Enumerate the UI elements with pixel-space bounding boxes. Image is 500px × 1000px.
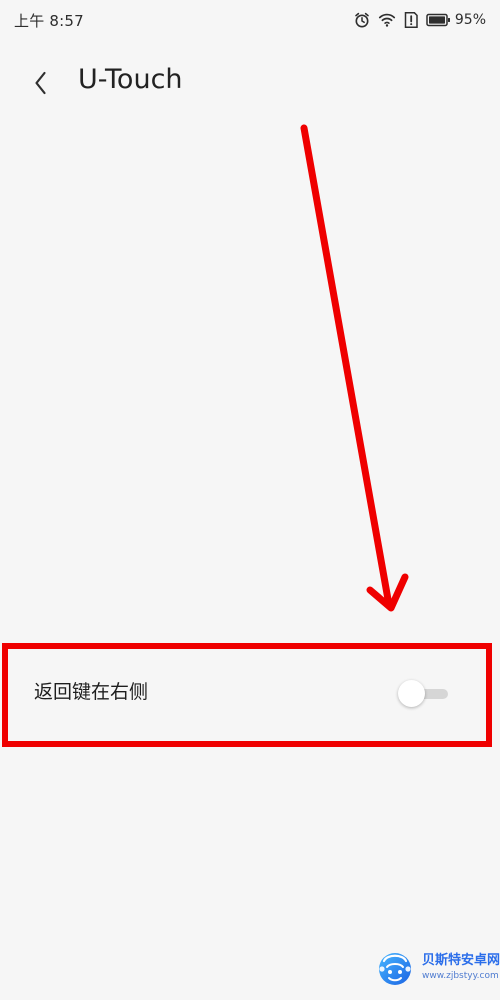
- toggle-knob: [398, 680, 425, 707]
- back-key-right-toggle[interactable]: [398, 676, 450, 710]
- battery-percent: 95%: [454, 12, 486, 28]
- watermark-name: 贝斯特安卓网: [422, 953, 500, 968]
- alarm-icon: [353, 11, 371, 29]
- status-time: 上午 8:57: [14, 12, 84, 30]
- setting-label: 返回键在右侧: [34, 681, 149, 703]
- watermark-url: www.zjbstyy.com: [422, 971, 499, 981]
- annotation-arrow: [300, 124, 409, 612]
- wifi-icon: [378, 12, 396, 28]
- status-icons: 95%: [353, 10, 486, 30]
- app-header: U-Touch: [0, 44, 500, 124]
- screen: 上午 8:57 95% U-Touch 返回键在右侧 贝斯特安卓网 www.zj…: [0, 0, 500, 1000]
- chevron-left-icon: [28, 71, 54, 102]
- page-title: U-Touch: [78, 64, 183, 95]
- battery-status: 95%: [426, 12, 486, 28]
- notification-icon: [403, 11, 419, 29]
- watermark: 贝斯特安卓网 www.zjbstyy.com: [372, 942, 500, 996]
- status-bar: 上午 8:57 95%: [0, 0, 500, 44]
- watermark-logo: [379, 953, 411, 985]
- setting-row[interactable]: 返回键在右侧: [0, 643, 500, 751]
- back-button[interactable]: [28, 68, 54, 98]
- battery-icon: [426, 13, 451, 27]
